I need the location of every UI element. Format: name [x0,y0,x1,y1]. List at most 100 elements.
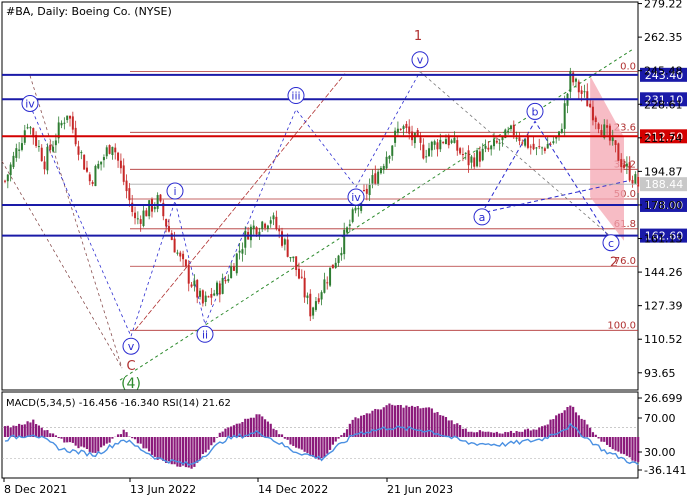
candle-body [199,290,202,297]
x-tick-label: 8 Dec 2021 [4,483,67,496]
candle-body [549,143,552,145]
candle-body [405,123,408,129]
candle-body [320,292,323,300]
candle-body [428,148,430,157]
candle-body [461,154,464,156]
candle-body [574,78,577,82]
current-price-label: 188.44 [645,178,684,191]
x-tick-label: 21 Jun 2023 [387,483,453,496]
candle-body [108,145,111,154]
candle-body [433,141,436,145]
candle-body [207,296,210,298]
candle-body [309,293,312,317]
x-tick-label: 13 Jun 2022 [130,483,196,496]
candle-body [266,225,269,229]
candle-body [439,139,442,150]
candle-body [102,157,105,161]
candle-body [515,137,518,139]
candle-body [105,147,108,157]
macd-title: MACD(5,34,5) -16.456 -16.340 RSI(14) 21.… [6,398,231,409]
candle-body [476,150,479,167]
wave-label-(4): (4) [121,376,141,392]
candle-body [300,276,303,278]
candle-body [85,167,88,172]
candle-body [303,277,306,298]
candle-body [538,146,541,148]
candle-body [306,295,309,298]
candle-body [52,146,55,152]
candle-body [493,139,496,147]
candle-body [512,124,515,136]
candle-body [37,146,40,148]
candle-body [436,142,439,150]
candle-body [558,131,561,136]
candle-body [597,123,600,130]
candle-body [94,165,97,187]
candle-body [634,174,637,184]
candle-body [442,142,445,144]
candle-body [456,140,459,151]
candle-body [430,141,433,151]
wave-label-a: a [479,211,486,224]
candle-body [450,140,453,143]
candle-body [15,148,18,158]
candle-body [365,188,368,194]
candle-body [235,253,238,274]
wave-label-i: i [173,185,176,198]
candle-body [224,279,227,282]
candle-body [83,154,86,170]
candle-body [9,164,12,176]
candle-body [379,167,382,174]
wave-label-iv: iv [351,191,361,204]
y-tick-label: 93.65 [644,367,676,380]
candle-body [614,140,617,145]
candle-body [29,127,32,129]
candle-body [334,262,337,268]
candle-body [552,141,555,144]
macd-y-tick-label: 26.699 [644,392,683,405]
y-tick-label: 279.22 [644,0,683,11]
candle-body [230,266,233,278]
wave-label-v: v [128,340,135,353]
y-tick-label: 211.74 [644,132,683,145]
candle-body [600,130,603,136]
candle-body [402,126,405,129]
candle-body [261,221,264,230]
wave-label-c: c [608,237,614,250]
candle-body [69,115,72,119]
candle-body [357,207,360,210]
candle-body [459,148,462,154]
candle-body [541,147,544,149]
candle-body [608,125,611,141]
candle-body [343,229,346,255]
candle-body [125,180,128,192]
candle-body [173,238,176,253]
candle-body [187,264,190,284]
candle-body [179,252,182,257]
candle-body [498,142,501,144]
candle-body [617,143,620,161]
candle-body [227,278,230,282]
candle-body [244,230,247,248]
candle-body [478,151,481,162]
candle-body [193,280,196,286]
candle-body [583,91,586,93]
candle-body [589,103,592,108]
candle-body [377,171,380,185]
candle-body [66,115,69,121]
candle-body [264,223,267,228]
candle-body [481,148,484,161]
candle-body [413,132,416,144]
candle-body [323,279,326,293]
candle-body [190,284,193,287]
candle-body [628,162,631,181]
candle-body [396,128,399,133]
candle-body [20,143,23,150]
candle-body [97,163,100,169]
candle-body [255,227,258,235]
candle-body [292,256,295,259]
candle-body [625,163,628,167]
candle-body [145,210,148,217]
candle-body [142,210,145,226]
candle-body [71,116,74,130]
